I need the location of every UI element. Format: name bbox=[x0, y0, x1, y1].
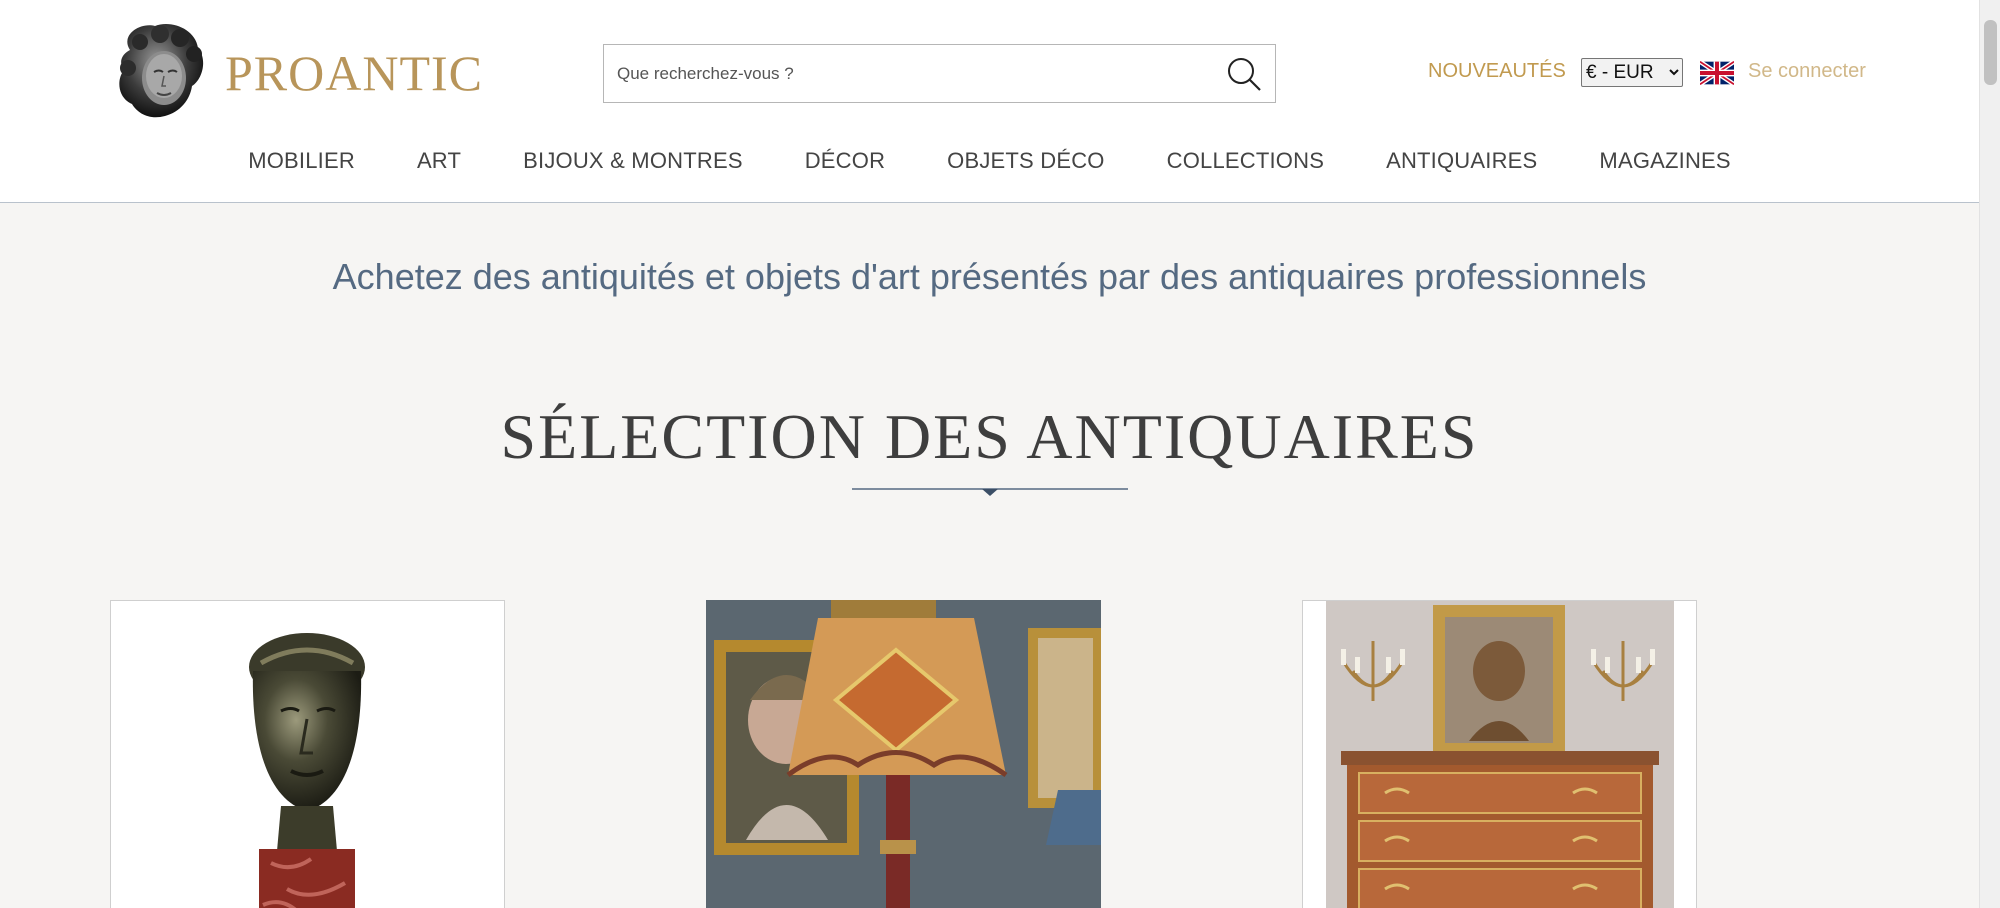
section-title: SÉLECTION DES ANTIQUAIRES bbox=[500, 401, 1479, 472]
uk-flag-icon[interactable] bbox=[1700, 61, 1734, 85]
section-divider bbox=[852, 488, 1128, 496]
nav-item-art[interactable]: ART bbox=[417, 148, 461, 178]
nav-item-mobilier[interactable]: MOBILIER bbox=[248, 148, 355, 178]
nav-item-decor[interactable]: DÉCOR bbox=[805, 148, 885, 178]
search-icon[interactable] bbox=[1224, 54, 1264, 94]
brand-name[interactable]: PROANTIC bbox=[225, 44, 483, 102]
search-input[interactable] bbox=[604, 45, 1204, 102]
scrollbar-thumb[interactable] bbox=[1984, 20, 1997, 85]
product-card-commode[interactable] bbox=[1302, 600, 1697, 908]
main-nav: MOBILIER ART BIJOUX & MONTRES DÉCOR OBJE… bbox=[0, 148, 1979, 178]
page-scrollbar[interactable] bbox=[1979, 0, 2000, 908]
site-header: PROANTIC NOUVEAUTÉS € - EUR Se connecter… bbox=[0, 0, 1979, 203]
bronze-bust-image[interactable] bbox=[111, 601, 505, 908]
nav-item-magazines[interactable]: MAGAZINES bbox=[1599, 148, 1730, 178]
nav-item-objets-deco[interactable]: OBJETS DÉCO bbox=[947, 148, 1104, 178]
currency-select[interactable]: € - EUR bbox=[1581, 58, 1683, 87]
login-link[interactable]: Se connecter bbox=[1748, 60, 1866, 83]
commode-image[interactable] bbox=[1303, 601, 1697, 908]
product-card-bronze-bust[interactable] bbox=[110, 600, 505, 908]
page-tagline: Achetez des antiquités et objets d'art p… bbox=[332, 256, 1647, 297]
search-box bbox=[603, 44, 1276, 103]
nav-item-bijoux-montres[interactable]: BIJOUX & MONTRES bbox=[523, 148, 743, 178]
product-card-lamp-paintings[interactable] bbox=[706, 600, 1101, 908]
nav-item-collections[interactable]: COLLECTIONS bbox=[1167, 148, 1324, 178]
logo-bust-icon[interactable] bbox=[110, 20, 210, 123]
lamp-paintings-image[interactable] bbox=[706, 600, 1101, 908]
new-items-link[interactable]: NOUVEAUTÉS bbox=[1428, 60, 1566, 83]
nav-item-antiquaires[interactable]: ANTIQUAIRES bbox=[1386, 148, 1537, 178]
